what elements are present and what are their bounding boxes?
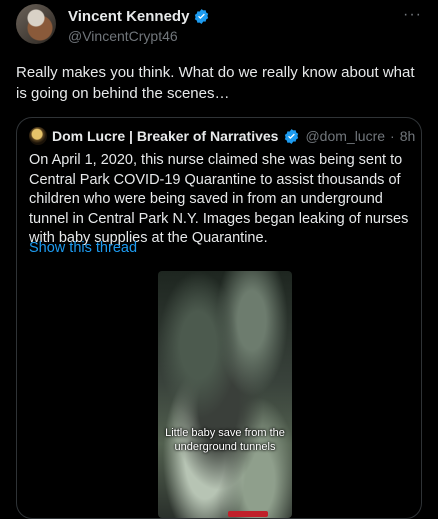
video-thumbnail[interactable]: Little baby save from the underground tu…	[158, 271, 292, 518]
tweet-text: Really makes you think. What do we reall…	[16, 64, 415, 102]
quoted-tweet[interactable]: Dom Lucre | Breaker of Narratives @dom_l…	[16, 117, 422, 519]
quoted-author-avatar[interactable]	[29, 127, 47, 145]
verified-badge-icon	[195, 9, 209, 24]
quoted-tweet-header: Dom Lucre | Breaker of Narratives @dom_l…	[29, 127, 415, 145]
quoted-author-handle[interactable]: @dom_lucre	[305, 128, 385, 144]
show-thread-link[interactable]: Show this thread	[29, 240, 137, 256]
quoted-timestamp[interactable]: 8h	[400, 128, 416, 144]
separator-dot: ·	[390, 128, 395, 144]
more-horizontal-icon[interactable]: ···	[403, 6, 422, 24]
author-name[interactable]: Vincent Kennedy	[68, 8, 189, 25]
video-caption: Little baby save from the underground tu…	[165, 427, 285, 453]
author-handle[interactable]: @VincentCrypt46	[68, 28, 178, 44]
author-avatar[interactable]	[16, 4, 56, 44]
verified-badge-icon	[285, 128, 299, 144]
video-watermark-badge	[228, 511, 268, 517]
author-name-row: Vincent Kennedy	[68, 8, 210, 25]
tweet-header: Vincent Kennedy @VincentCrypt46 ···	[16, 4, 422, 48]
quoted-author-name[interactable]: Dom Lucre | Breaker of Narratives	[52, 128, 278, 144]
quoted-tweet-text: On April 1, 2020, this nurse claimed she…	[29, 152, 409, 246]
